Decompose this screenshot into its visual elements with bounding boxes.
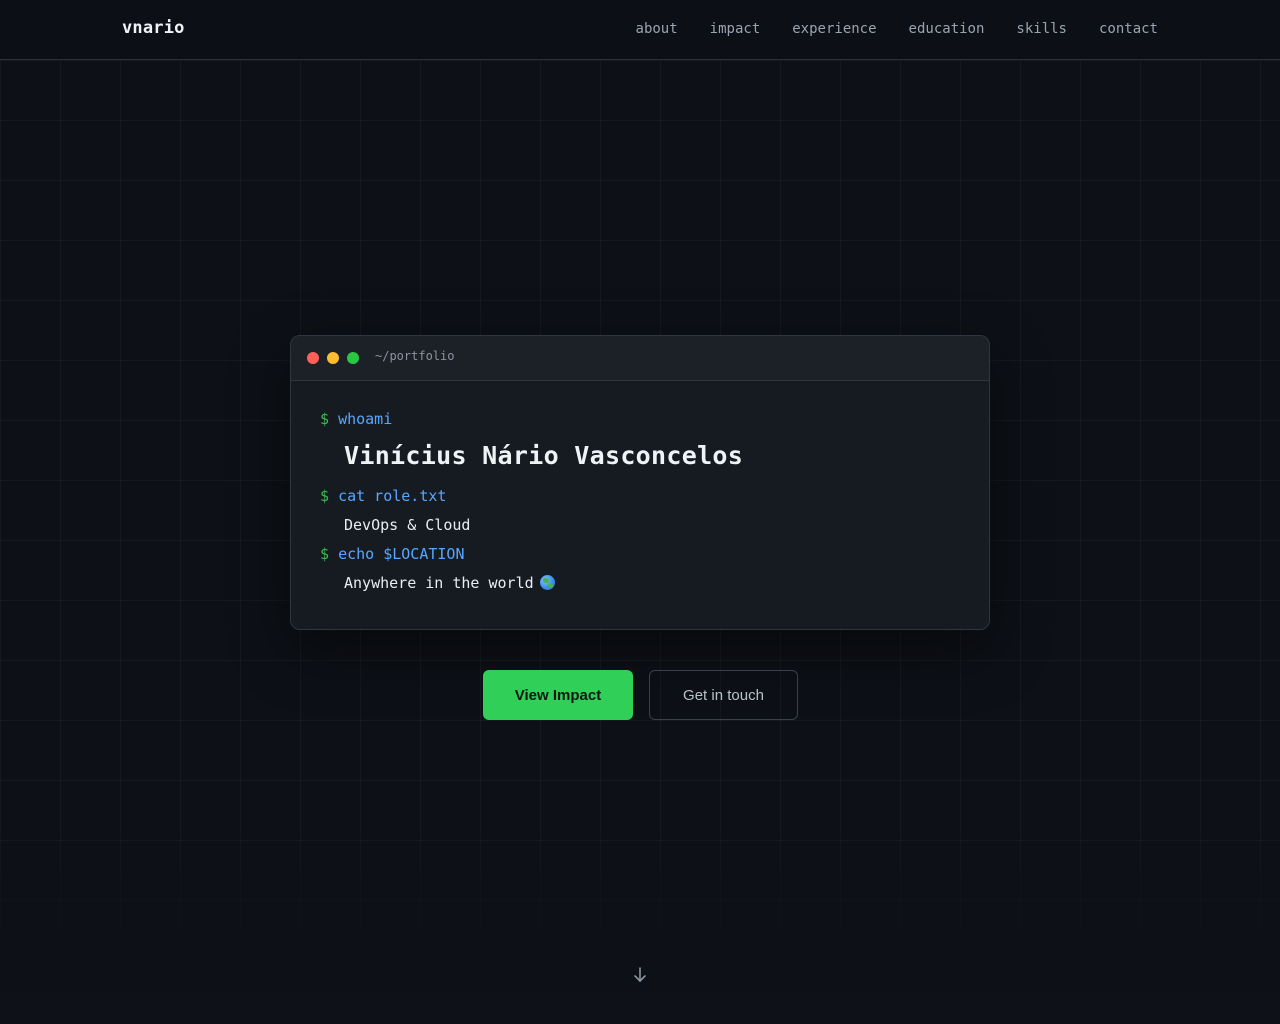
prompt-symbol: $	[320, 487, 339, 505]
terminal-titlebar: ~/portfolio	[291, 336, 989, 381]
terminal-output-role: DevOps & Cloud	[344, 516, 471, 534]
scroll-down-button[interactable]	[630, 964, 650, 986]
window-minimize-icon	[327, 352, 339, 364]
nav-link-education[interactable]: education	[909, 21, 985, 37]
terminal-path: ~/portfolio	[375, 349, 455, 363]
arrow-down-icon	[634, 967, 646, 982]
nav-link-contact[interactable]: contact	[1099, 21, 1158, 37]
navbar: vnario about impact experience education…	[0, 0, 1280, 60]
window-close-icon	[307, 352, 319, 364]
nav-link-about[interactable]: about	[636, 21, 678, 37]
prompt-symbol: $	[320, 410, 339, 428]
terminal-output-name: Vinícius Nário Vasconcelos	[344, 441, 744, 470]
terminal-command-line: $ echo $LOCATION	[320, 545, 465, 563]
terminal-command-line: $ cat role.txt	[320, 487, 446, 505]
location-text: Anywhere in the world	[344, 574, 534, 592]
terminal-output-location: Anywhere in the world	[344, 574, 555, 592]
prompt-symbol: $	[320, 545, 339, 563]
nav-link-skills[interactable]: skills	[1016, 21, 1067, 37]
nav-links: about impact experience education skills…	[636, 21, 1158, 37]
terminal-command-line: $ whoami	[320, 410, 392, 428]
command-text: whoami	[338, 410, 393, 428]
grid-fade	[0, 820, 1280, 1024]
brand-logo[interactable]: vnario	[122, 18, 185, 38]
view-impact-button[interactable]: View Impact	[483, 670, 633, 720]
nav-link-experience[interactable]: experience	[792, 21, 876, 37]
nav-link-impact[interactable]: impact	[710, 21, 761, 37]
window-maximize-icon	[347, 352, 359, 364]
globe-icon	[539, 575, 555, 590]
command-text: cat role.txt	[338, 487, 447, 505]
command-text: echo $LOCATION	[338, 545, 465, 563]
get-in-touch-button[interactable]: Get in touch	[649, 670, 798, 720]
